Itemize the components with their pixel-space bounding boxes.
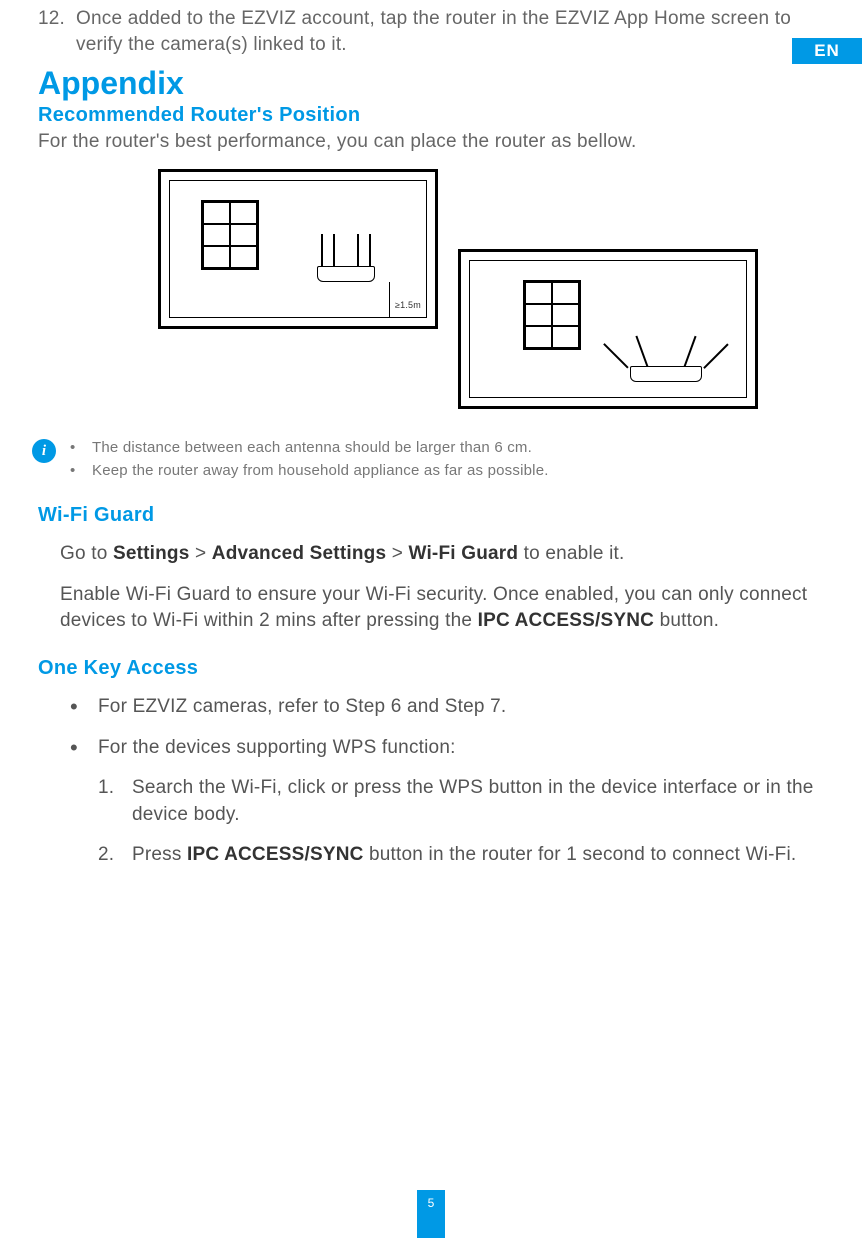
language-tab: EN (792, 38, 862, 64)
wifi-guard-body: Go to Settings > Advanced Settings > Wi-… (38, 541, 832, 635)
wifi-guard-desc: Enable Wi-Fi Guard to ensure your Wi-Fi … (60, 582, 832, 635)
wifi-guard-path: Go to Settings > Advanced Settings > Wi-… (60, 541, 832, 568)
router-upright-icon (311, 232, 381, 282)
info-bullet-text: The distance between each antenna should… (92, 437, 532, 460)
window-icon (201, 200, 259, 270)
one-key-bullet-list: •For EZVIZ cameras, refer to Step 6 and … (38, 694, 832, 761)
window-icon (523, 280, 581, 350)
list-item: 2. Press IPC ACCESS/SYNC button in the r… (98, 842, 832, 869)
router-position-lead: For the router's best performance, you c… (38, 131, 832, 153)
appendix-heading: Appendix (38, 65, 832, 102)
info-note: i •The distance between each antenna sho… (38, 437, 832, 482)
info-bullet-text: Keep the router away from household appl… (92, 460, 549, 483)
page-content: 12. Once added to the EZVIZ account, tap… (0, 6, 862, 869)
list-item: •For the devices supporting WPS function… (70, 735, 832, 762)
router-spread-icon (621, 332, 711, 382)
room-diagram-good: ≥1.5m (158, 169, 438, 329)
room-diagram-bad (458, 249, 758, 409)
step-number: 12. (38, 6, 76, 57)
step-text: Once added to the EZVIZ account, tap the… (76, 6, 832, 57)
list-item: 1. Search the Wi-Fi, click or press the … (98, 775, 832, 828)
page-number-tab: 5 (417, 1190, 445, 1238)
section-one-key-access-heading: One Key Access (38, 657, 832, 680)
height-indicator-line (389, 282, 390, 318)
router-position-diagram: ≥1.5m (38, 163, 832, 423)
info-icon: i (32, 439, 56, 463)
section-router-position-heading: Recommended Router's Position (38, 104, 832, 127)
height-label: ≥1.5m (395, 300, 421, 310)
step-12: 12. Once added to the EZVIZ account, tap… (38, 6, 832, 57)
list-item: •For EZVIZ cameras, refer to Step 6 and … (70, 694, 832, 721)
info-bullet-list: •The distance between each antenna shoul… (70, 437, 549, 482)
wps-ordered-list: 1. Search the Wi-Fi, click or press the … (38, 775, 832, 869)
section-wifi-guard-heading: Wi-Fi Guard (38, 504, 832, 527)
